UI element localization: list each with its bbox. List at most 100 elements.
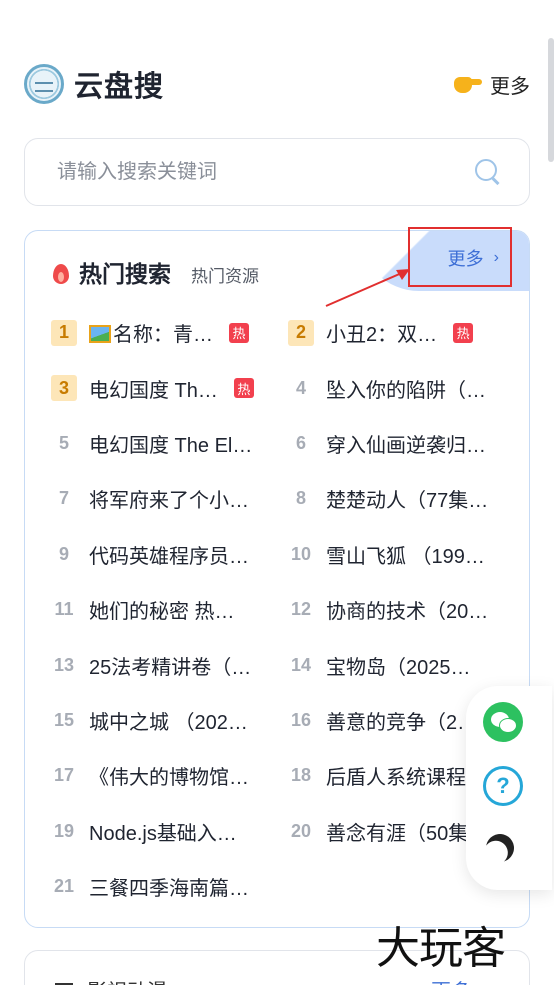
hot-search-item-title: 小丑2：双… bbox=[326, 318, 437, 347]
hot-search-item-title: 宝物岛（2025… bbox=[326, 651, 471, 680]
hot-search-item-text: 后盾人系统课程… bbox=[326, 767, 486, 790]
scrollbar[interactable] bbox=[548, 38, 554, 162]
hot-search-item[interactable]: 1 名称：青… 热 bbox=[51, 305, 288, 360]
hot-badge: 热 bbox=[233, 378, 254, 399]
image-icon bbox=[89, 325, 111, 344]
hot-search-item[interactable]: 9 代码英雄程序员… bbox=[51, 527, 288, 582]
hot-search-item-text: 城中之城 （202… bbox=[89, 711, 248, 734]
hot-search-item-title: 将军府来了个小… bbox=[89, 484, 249, 513]
hot-search-item-text: 代码英雄程序员… bbox=[89, 545, 249, 568]
hot-search-item-title: 电幻国度 The El… bbox=[89, 429, 252, 458]
hot-search-item-title: 善意的竞争（2… bbox=[326, 706, 477, 735]
hot-search-item[interactable]: 11 她们的秘密 热… bbox=[51, 582, 288, 637]
hot-search-item-title: 电幻国度 Th… bbox=[89, 374, 218, 403]
hot-search-item-text: 《伟大的博物馆… bbox=[89, 767, 249, 790]
hot-search-item-text: 三餐四季海南篇… bbox=[89, 878, 249, 901]
hot-search-item-text: 善念有涯（50集… bbox=[326, 822, 489, 845]
logo-icon bbox=[24, 64, 64, 104]
rank-number: 2 bbox=[288, 319, 314, 346]
rank-number: 20 bbox=[290, 820, 312, 841]
search-bar bbox=[24, 138, 530, 206]
rank-number: 4 bbox=[295, 377, 306, 398]
rank-number: 5 bbox=[58, 432, 69, 453]
hot-search-item-text: 她们的秘密 热… bbox=[89, 601, 235, 624]
rank-number: 3 bbox=[51, 375, 77, 402]
rank-number: 18 bbox=[290, 765, 312, 786]
hot-search-item-text: 坠入你的陷阱（… bbox=[326, 379, 486, 402]
more-link-label: 更多 bbox=[490, 75, 530, 98]
hot-search-item[interactable]: 10 雪山飞狐 （199… bbox=[288, 527, 521, 582]
hot-search-list: 1 名称：青… 热 2 小丑2：双… 热 3 电幻国度 Th… 热 4 坠入你的陷阱（… 5 电幻国度 … bbox=[51, 305, 521, 914]
hot-search-item-text: 电幻国度 The El… bbox=[89, 434, 253, 457]
hot-search-item[interactable]: 7 将军府来了个小… bbox=[51, 471, 288, 526]
hot-search-card: 热门搜索 热门资源 更多 › 1 名称：青… 热 2 小丑2：双… 热 3 电幻国度 Th… 热… bbox=[24, 230, 530, 928]
hot-search-item-text: 宝物岛（2025… bbox=[326, 656, 471, 679]
hot-search-item-title: 协商的技术（20… bbox=[326, 595, 488, 624]
hot-search-item[interactable]: 2 小丑2：双… 热 bbox=[288, 305, 521, 360]
floating-action-panel: ? bbox=[466, 686, 552, 890]
hot-search-item-text: 小丑2：双… bbox=[326, 324, 438, 347]
annotation-highlight-box bbox=[408, 227, 512, 287]
hot-search-item-text: 雪山飞狐 （199… bbox=[326, 545, 485, 568]
hot-search-item[interactable]: 3 电幻国度 Th… 热 bbox=[51, 360, 288, 415]
hot-search-item-text: Node.js基础入… bbox=[89, 822, 237, 845]
hot-search-subtitle: 热门资源 bbox=[191, 267, 259, 286]
hot-search-item-title: 城中之城 （202… bbox=[89, 706, 248, 735]
next-section-title: 影视动漫 bbox=[87, 975, 167, 985]
hot-search-item[interactable]: 5 电幻国度 The El… bbox=[51, 416, 288, 471]
watermark: 大玩客 bbox=[376, 923, 506, 974]
rank-number: 6 bbox=[295, 432, 306, 453]
rank-number: 11 bbox=[54, 599, 74, 620]
hot-search-item-title: 善念有涯（50集… bbox=[326, 817, 488, 846]
search-input[interactable] bbox=[57, 160, 437, 184]
rank-number: 14 bbox=[290, 654, 312, 675]
hot-search-item[interactable]: 14 宝物岛（2025… bbox=[288, 637, 521, 692]
search-icon[interactable] bbox=[475, 159, 501, 185]
header: 云盘搜 更多 bbox=[24, 56, 530, 112]
hot-search-item[interactable]: 15 城中之城 （202… bbox=[51, 693, 288, 748]
hot-search-item-title: 《伟大的博物馆… bbox=[89, 761, 249, 790]
rank-number: 10 bbox=[290, 543, 312, 564]
more-link[interactable]: 更多 bbox=[454, 70, 530, 99]
next-section-more-link[interactable]: 更多 bbox=[431, 975, 471, 985]
hot-search-item-title: 三餐四季海南篇… bbox=[89, 872, 249, 901]
rank-number: 7 bbox=[58, 488, 69, 509]
rank-number: 9 bbox=[58, 543, 69, 564]
rank-number: 17 bbox=[53, 765, 75, 786]
wechat-icon[interactable] bbox=[483, 702, 523, 742]
hot-search-item-title: 楚楚动人（77集… bbox=[326, 484, 488, 513]
hot-search-item[interactable]: 21 三餐四季海南篇… bbox=[51, 859, 288, 914]
rank-number: 21 bbox=[53, 876, 75, 897]
hot-search-item[interactable]: 17 《伟大的博物馆… bbox=[51, 748, 288, 803]
hot-search-title: 热门搜索 bbox=[79, 261, 171, 287]
hot-search-item[interactable]: 4 坠入你的陷阱（… bbox=[288, 360, 521, 415]
hot-search-item-title: 后盾人系统课程… bbox=[326, 761, 486, 790]
rank-number: 15 bbox=[53, 709, 75, 730]
hot-search-item[interactable]: 19 Node.js基础入… bbox=[51, 804, 288, 859]
fire-icon bbox=[51, 260, 71, 284]
hot-search-item-text: 将军府来了个小… bbox=[89, 490, 249, 513]
hot-search-item-text: 电幻国度 Th… bbox=[89, 379, 218, 402]
hot-search-item-text: 协商的技术（20… bbox=[326, 601, 489, 624]
rank-number: 8 bbox=[295, 488, 306, 509]
hot-search-item[interactable]: 12 协商的技术（20… bbox=[288, 582, 521, 637]
rank-number: 19 bbox=[53, 820, 75, 841]
hot-search-item-title: Node.js基础入… bbox=[89, 817, 237, 846]
brand[interactable]: 云盘搜 bbox=[24, 63, 164, 105]
rank-number: 13 bbox=[53, 654, 75, 675]
dark-mode-moon-icon[interactable] bbox=[481, 829, 519, 867]
hot-search-item[interactable]: 13 25法考精讲卷（… bbox=[51, 637, 288, 692]
hot-search-item-title: 名称：青… bbox=[89, 318, 213, 347]
rank-number: 12 bbox=[290, 599, 312, 620]
hot-search-item-text: 名称：青… bbox=[113, 324, 213, 347]
rank-number: 1 bbox=[51, 319, 77, 346]
help-icon[interactable]: ? bbox=[483, 766, 523, 806]
hot-badge: 热 bbox=[229, 322, 249, 343]
hot-search-item-text: 善意的竞争（2… bbox=[326, 711, 478, 734]
rank-number: 16 bbox=[290, 709, 312, 730]
hot-search-item[interactable]: 8 楚楚动人（77集… bbox=[288, 471, 521, 526]
hot-search-item-title: 25法考精讲卷（… bbox=[89, 651, 251, 680]
hot-search-item[interactable]: 6 穿入仙画逆袭归… bbox=[288, 416, 521, 471]
hot-search-item-title: 代码英雄程序员… bbox=[89, 540, 249, 569]
hot-badge: 热 bbox=[453, 322, 474, 343]
